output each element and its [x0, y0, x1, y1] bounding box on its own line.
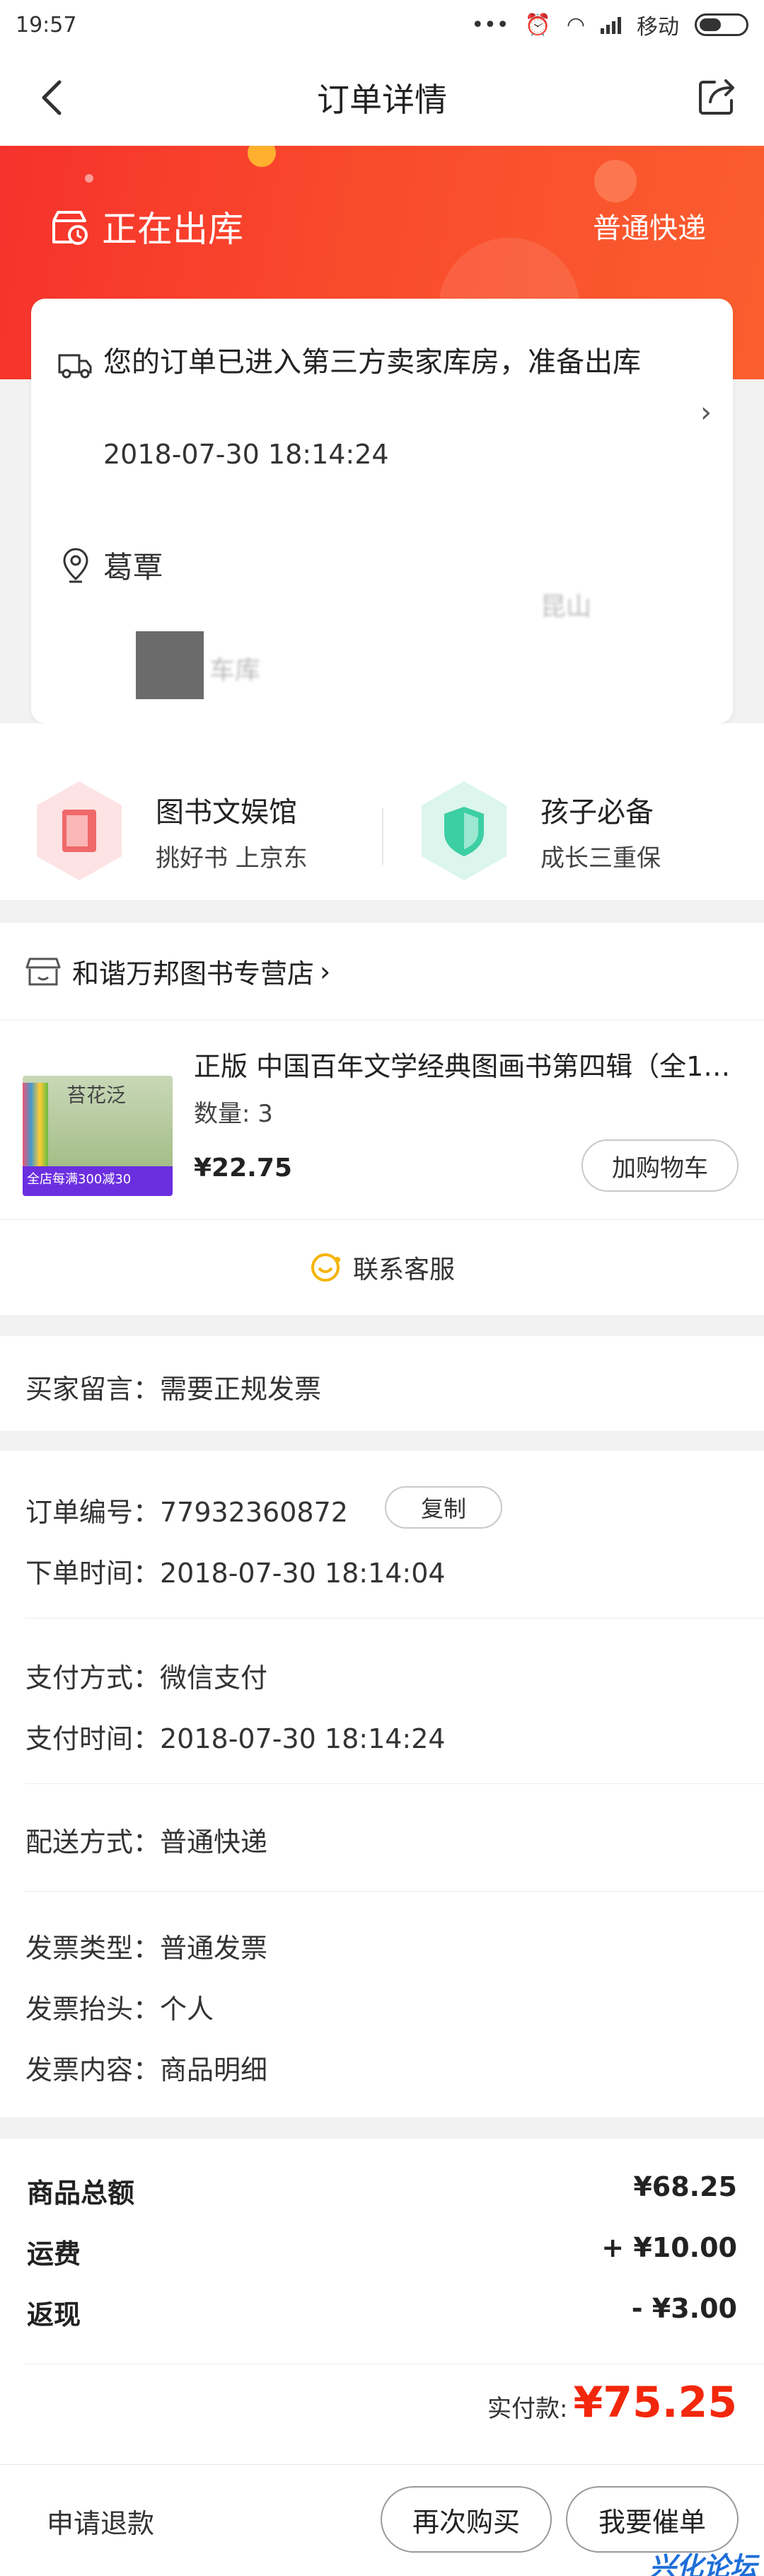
banner-shipping-method: 普通快递	[593, 212, 706, 245]
recipient-name: 葛覃	[103, 550, 163, 585]
chevron-right-icon[interactable]: ›	[700, 396, 712, 429]
banner-status-text: 正在出库	[102, 209, 243, 250]
goods-total-row: 商品总额 ¥68.25	[27, 2171, 737, 2210]
book-stack-graphic	[23, 1083, 48, 1168]
warehouse-clock-icon	[52, 211, 88, 245]
add-to-cart-button[interactable]: 加购物车	[581, 1139, 739, 1192]
more-dots-icon: •••	[471, 12, 509, 38]
shop-section: 和谐万邦图书专营店 › 苔花泛 全店每满300减30 正版 中国百年文学经典图画…	[0, 923, 764, 1315]
status-icons: ••• ⏰ ◠ 移动	[471, 9, 748, 40]
copy-order-number-button[interactable]: 复制	[385, 1486, 502, 1529]
banner-decoration	[248, 146, 276, 167]
logistics-card[interactable]: 您的订单已进入第三方卖家库房，准备出库 2018-07-30 18:14:24 …	[31, 299, 733, 723]
promo-title: 孩子必备	[540, 795, 654, 829]
store-icon	[25, 958, 61, 985]
forum-watermark: 兴化论坛	[649, 2551, 757, 2576]
order-info-section: 订单编号：77932360872 复制 下单时间：2018-07-30 18:1…	[0, 1451, 764, 2117]
paid-amount: 实付款: ¥75.25	[487, 2378, 737, 2427]
payment-time: 支付时间：2018-07-30 18:14:24	[25, 1723, 446, 1754]
promo-divider	[382, 808, 383, 865]
divider	[25, 1783, 764, 1784]
paid-label: 实付款:	[487, 2395, 568, 2423]
promo-row: 图书文娱馆 挑好书 上京东 孩子必备 成长三重保	[0, 723, 764, 900]
promo-subtitle: 挑好书 上京东	[156, 844, 308, 873]
product-quantity: 数量: 3	[194, 1100, 273, 1128]
cashback-value: - ¥3.00	[631, 2293, 737, 2324]
payment-method: 支付方式：微信支付	[25, 1662, 268, 1694]
logistics-message: 您的订单已进入第三方卖家库房，准备出库	[103, 346, 641, 379]
goods-total-label: 商品总额	[27, 2178, 135, 2209]
shield-icon	[422, 781, 507, 880]
totals-section: 商品总额 ¥68.25 运费 + ¥10.00 返现 - ¥3.00 实付款: …	[0, 2139, 764, 2464]
freight-label: 运费	[27, 2238, 81, 2270]
contact-service-button[interactable]: 联系客服	[0, 1220, 764, 1315]
goods-total-value: ¥68.25	[633, 2171, 737, 2202]
book-icon	[37, 781, 122, 880]
banner-decoration	[85, 174, 93, 183]
product-title: 正版 中国百年文学经典图画书第四辑（全10册）	[194, 1051, 739, 1082]
location-pin-icon	[63, 548, 88, 583]
banner-status: 正在出库	[50, 201, 243, 252]
status-bar: 19:57 ••• ⏰ ◠ 移动	[0, 0, 764, 50]
battery-icon	[695, 13, 748, 36]
status-time: 19:57	[16, 12, 77, 38]
urge-order-button[interactable]: 我要催单	[566, 2486, 739, 2553]
nav-bar: 订单详情	[0, 50, 764, 146]
promo-books[interactable]: 图书文娱馆 挑好书 上京东	[33, 778, 308, 883]
shop-header[interactable]: 和谐万邦图书专营店 ›	[0, 923, 764, 1020]
freight-row: 运费 + ¥10.00	[27, 2232, 737, 2271]
banner-decoration	[594, 160, 637, 202]
product-price: ¥22.75	[194, 1154, 292, 1183]
shop-name: 和谐万邦图书专营店	[72, 958, 315, 989]
promo-kids[interactable]: 孩子必备 成长三重保	[417, 778, 661, 883]
order-number: 订单编号：77932360872	[25, 1497, 348, 1528]
carrier-label: 移动	[637, 15, 679, 40]
share-icon[interactable]	[695, 74, 740, 119]
refund-button[interactable]: 申请退款	[47, 2502, 154, 2541]
invoice-content: 发票内容：商品明细	[25, 2054, 268, 2086]
invoice-type: 发票类型：普通发票	[25, 1933, 268, 1964]
buyer-note: 买家留言：需要正规发票	[25, 1374, 322, 1405]
customer-service-icon	[311, 1253, 340, 1282]
delivery-method: 配送方式：普通快递	[25, 1827, 268, 1858]
alarm-icon: ⏰	[524, 12, 551, 38]
order-time: 下单时间：2018-07-30 18:14:04	[25, 1558, 446, 1589]
rebuy-button[interactable]: 再次购买	[381, 2486, 552, 2553]
freight-value: + ¥10.00	[601, 2232, 737, 2263]
address-redaction	[136, 631, 204, 699]
address-blurred-text: 昆山	[540, 592, 592, 621]
product-promo-band: 全店每满300减30	[23, 1166, 173, 1196]
wifi-icon: ◠	[566, 12, 585, 38]
cashback-label: 返现	[27, 2299, 81, 2330]
product-item[interactable]: 苔花泛 全店每满300减30 正版 中国百年文学经典图画书第四辑（全10册） 数…	[0, 1020, 764, 1220]
product-image[interactable]: 苔花泛 全店每满300减30	[23, 1076, 173, 1196]
signal-icon	[601, 16, 621, 34]
divider	[25, 1891, 764, 1892]
invoice-title: 发票抬头：个人	[25, 1994, 214, 2025]
truck-icon	[58, 354, 92, 379]
buyer-note-section: 买家留言：需要正规发票	[0, 1336, 764, 1431]
back-arrow-icon[interactable]	[33, 76, 75, 119]
promo-title: 图书文娱馆	[156, 795, 297, 829]
logistics-time: 2018-07-30 18:14:24	[103, 439, 389, 470]
page-title: 订单详情	[317, 81, 447, 119]
contact-service-label: 联系客服	[352, 1255, 455, 1284]
cashback-row: 返现 - ¥3.00	[27, 2293, 737, 2332]
address-blurred-text: 车库	[209, 656, 261, 685]
paid-value: ¥75.25	[573, 2378, 737, 2427]
chevron-right-icon: ›	[320, 955, 331, 987]
product-cover-title: 苔花泛	[66, 1083, 127, 1107]
promo-subtitle: 成长三重保	[540, 844, 661, 873]
